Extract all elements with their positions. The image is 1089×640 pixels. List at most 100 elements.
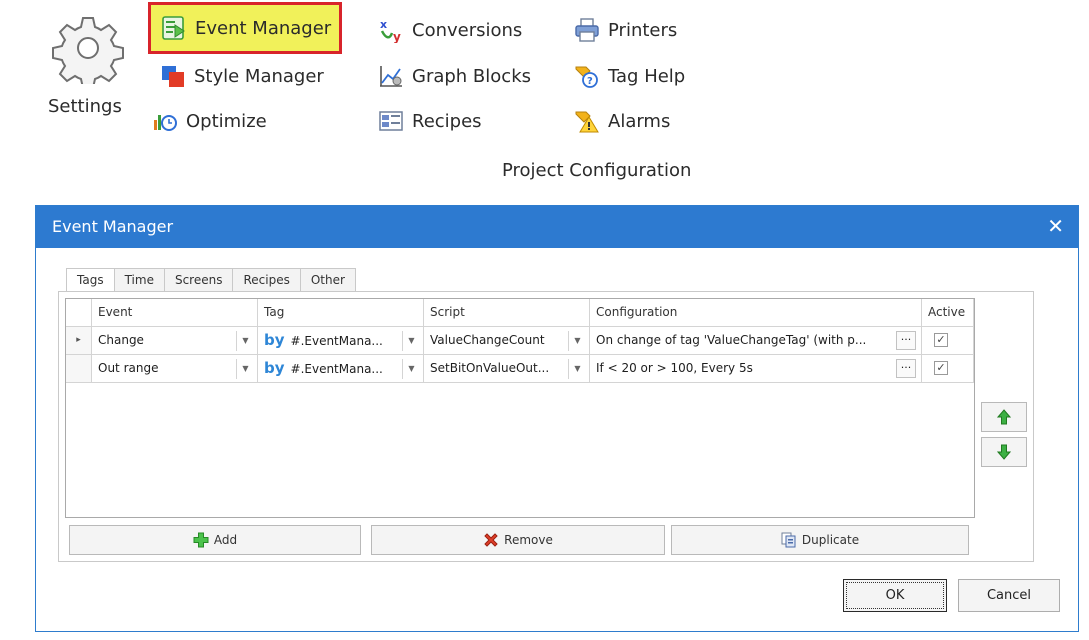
tag-binding-icon: by bbox=[264, 331, 285, 349]
conversions-button[interactable]: x y Conversions bbox=[378, 10, 522, 50]
event-dropdown-button[interactable]: ▼ bbox=[236, 331, 254, 351]
printers-button[interactable]: Printers bbox=[574, 10, 677, 50]
dialog-title: Event Manager bbox=[52, 217, 174, 236]
grid-header: Event Tag Script Configuration Active bbox=[66, 299, 974, 327]
printers-label: Printers bbox=[608, 19, 678, 41]
add-button[interactable]: Add bbox=[69, 525, 361, 555]
svg-text:x: x bbox=[380, 18, 387, 31]
event-manager-button[interactable]: Event Manager bbox=[148, 2, 343, 54]
column-header-script[interactable]: Script bbox=[424, 299, 590, 327]
settings-button[interactable]: Settings bbox=[44, 8, 140, 128]
active-checkbox[interactable]: ✓ bbox=[934, 333, 948, 347]
configuration-edit-button[interactable]: ··· bbox=[896, 331, 916, 350]
active-cell: ✓ bbox=[922, 327, 974, 355]
tags-tab-panel: Event Tag Script Configuration Active ▸ … bbox=[58, 291, 1034, 562]
tag-dropdown-button[interactable]: ▼ bbox=[402, 331, 420, 351]
tab-tags[interactable]: Tags bbox=[66, 268, 115, 293]
optimize-button[interactable]: Optimize bbox=[152, 101, 267, 141]
optimize-icon bbox=[154, 115, 177, 131]
conversions-label: Conversions bbox=[412, 19, 523, 41]
tag-cell[interactable]: by #.EventMana... ▼ bbox=[258, 327, 424, 355]
tag-cell[interactable]: by #.EventMana... ▼ bbox=[258, 355, 424, 383]
tab-recipes[interactable]: Recipes bbox=[233, 268, 301, 292]
configuration-cell[interactable]: On change of tag 'ValueChangeTag' (with … bbox=[590, 327, 922, 355]
optimize-label: Optimize bbox=[186, 110, 267, 132]
event-manager-dialog: Event Manager ✕ Tags Time Screens Recipe… bbox=[35, 205, 1079, 632]
row-indicator-header bbox=[66, 299, 92, 327]
printer-icon bbox=[575, 18, 599, 42]
tab-other[interactable]: Other bbox=[300, 268, 356, 292]
event-manager-label: Event Manager bbox=[195, 17, 332, 39]
tab-screens[interactable]: Screens bbox=[164, 268, 234, 292]
event-value: Change bbox=[98, 333, 144, 347]
svg-text:y: y bbox=[393, 30, 401, 43]
script-value: ValueChangeCount bbox=[430, 333, 545, 347]
close-icon[interactable]: ✕ bbox=[1047, 214, 1064, 238]
cancel-button[interactable]: Cancel bbox=[958, 579, 1060, 612]
arrow-down-icon bbox=[997, 444, 1011, 460]
move-down-button[interactable] bbox=[981, 437, 1027, 467]
duplicate-label: Duplicate bbox=[801, 533, 860, 547]
duplicate-icon bbox=[781, 532, 796, 548]
alarms-label: Alarms bbox=[608, 110, 671, 132]
configuration-edit-button[interactable]: ··· bbox=[896, 359, 916, 378]
style-manager-button[interactable]: Style Manager bbox=[160, 56, 324, 96]
event-manager-icon bbox=[162, 16, 185, 40]
tab-strip: Tags Time Screens Recipes Other bbox=[66, 268, 356, 293]
script-cell[interactable]: SetBitOnValueOut... ▼ bbox=[424, 355, 590, 383]
alarms-button[interactable]: Alarms bbox=[574, 101, 670, 141]
tag-value: #.EventMana... bbox=[290, 334, 383, 348]
column-header-tag[interactable]: Tag bbox=[258, 299, 424, 327]
event-cell[interactable]: Change ▼ bbox=[92, 327, 258, 355]
svg-text:?: ? bbox=[587, 76, 593, 87]
active-cell: ✓ bbox=[922, 355, 974, 383]
group-label-project-configuration: Project Configuration bbox=[502, 160, 692, 181]
column-header-active[interactable]: Active bbox=[922, 299, 974, 327]
configuration-value: If < 20 or > 100, Every 5s bbox=[596, 361, 753, 375]
events-grid: Event Tag Script Configuration Active ▸ … bbox=[65, 298, 975, 518]
graph-blocks-label: Graph Blocks bbox=[412, 65, 531, 87]
remove-label: Remove bbox=[504, 533, 553, 547]
column-header-event[interactable]: Event bbox=[92, 299, 258, 327]
move-up-button[interactable] bbox=[981, 402, 1027, 432]
configuration-cell[interactable]: If < 20 or > 100, Every 5s ··· bbox=[590, 355, 922, 383]
remove-x-icon bbox=[484, 533, 498, 547]
event-cell[interactable]: Out range ▼ bbox=[92, 355, 258, 383]
row-indicator-current: ▸ bbox=[66, 327, 92, 355]
recipes-label: Recipes bbox=[412, 110, 482, 132]
style-manager-label: Style Manager bbox=[194, 65, 324, 87]
event-value: Out range bbox=[98, 361, 159, 375]
alarms-icon bbox=[575, 111, 599, 133]
column-header-configuration[interactable]: Configuration bbox=[590, 299, 922, 327]
table-row[interactable]: ▸ Change ▼ by #.EventMana... ▼ ValueChang… bbox=[66, 327, 974, 355]
tag-help-button[interactable]: ? Tag Help bbox=[574, 56, 685, 96]
ok-button[interactable]: OK bbox=[843, 579, 947, 612]
script-value: SetBitOnValueOut... bbox=[430, 361, 550, 375]
recipes-button[interactable]: Recipes bbox=[378, 101, 482, 141]
active-checkbox[interactable]: ✓ bbox=[934, 361, 948, 375]
remove-button[interactable]: Remove bbox=[371, 525, 665, 555]
tab-time[interactable]: Time bbox=[114, 268, 165, 292]
tag-value: #.EventMana... bbox=[290, 362, 383, 376]
gear-icon bbox=[52, 17, 124, 84]
add-label: Add bbox=[213, 533, 238, 547]
dialog-titlebar[interactable]: Event Manager ✕ bbox=[36, 206, 1078, 248]
tag-dropdown-button[interactable]: ▼ bbox=[402, 359, 420, 379]
row-indicator bbox=[66, 355, 92, 383]
graph-blocks-button[interactable]: Graph Blocks bbox=[378, 56, 531, 96]
script-cell[interactable]: ValueChangeCount ▼ bbox=[424, 327, 590, 355]
recipes-icon bbox=[379, 111, 403, 131]
graph-blocks-icon bbox=[380, 66, 402, 87]
duplicate-button[interactable]: Duplicate bbox=[671, 525, 969, 555]
table-row[interactable]: Out range ▼ by #.EventMana... ▼ SetBitOnV… bbox=[66, 355, 974, 383]
conversions-icon: x y bbox=[380, 18, 401, 43]
style-manager-icon bbox=[162, 66, 184, 87]
plus-icon bbox=[193, 532, 209, 548]
arrow-up-icon bbox=[997, 409, 1011, 425]
script-dropdown-button[interactable]: ▼ bbox=[568, 359, 586, 379]
configuration-value: On change of tag 'ValueChangeTag' (with … bbox=[596, 333, 867, 347]
tag-binding-icon: by bbox=[264, 359, 285, 377]
script-dropdown-button[interactable]: ▼ bbox=[568, 331, 586, 351]
tag-help-label: Tag Help bbox=[608, 65, 686, 87]
event-dropdown-button[interactable]: ▼ bbox=[236, 359, 254, 379]
